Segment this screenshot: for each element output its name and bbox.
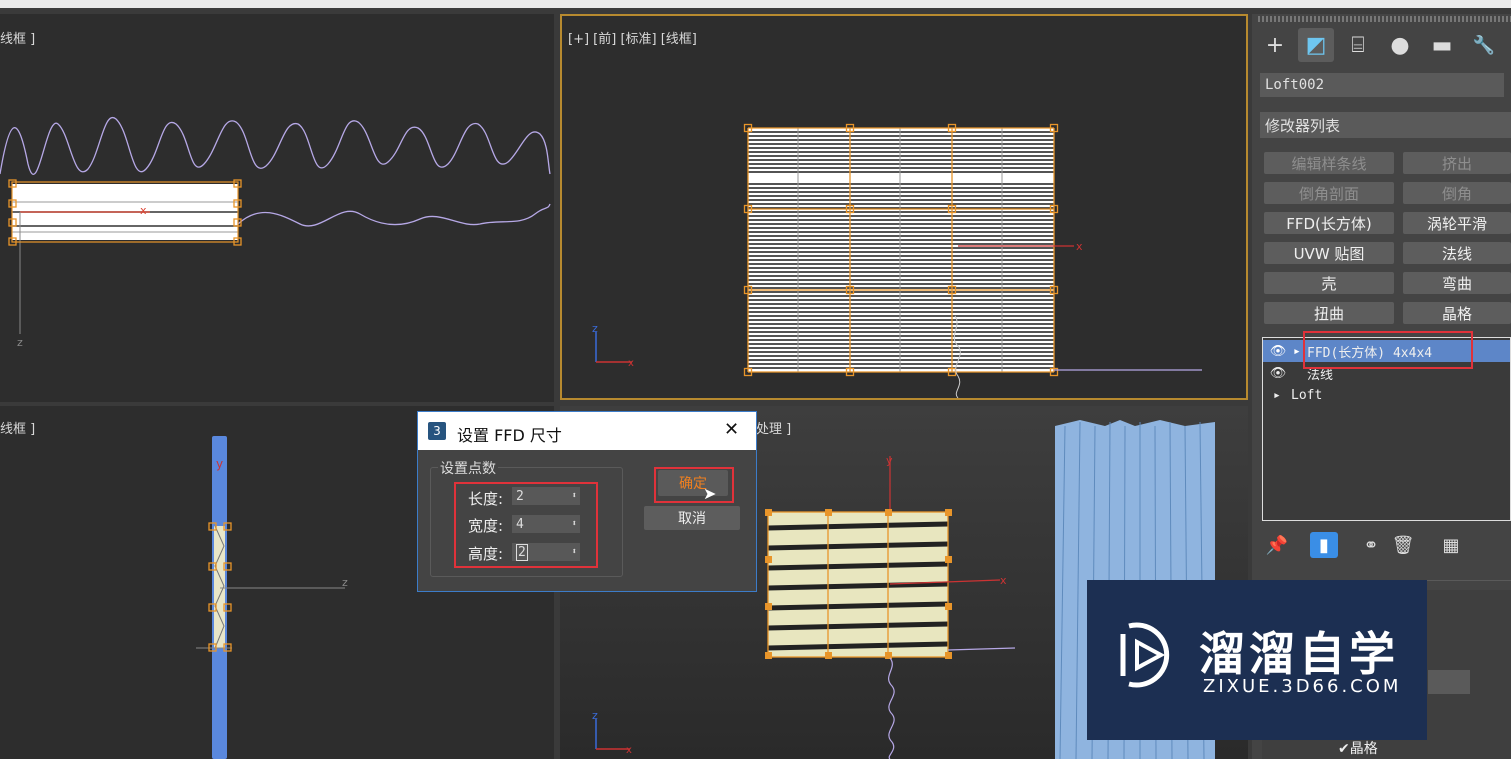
lattice-checkbox[interactable]: ✔晶格 bbox=[1338, 738, 1378, 758]
param-field[interactable] bbox=[1428, 670, 1470, 694]
remove-modifier-icon[interactable]: 🗑 bbox=[1390, 532, 1416, 558]
panel-grip[interactable] bbox=[1258, 16, 1511, 22]
svg-text:z: z bbox=[592, 709, 598, 722]
object-name-field[interactable]: Loft002 bbox=[1260, 73, 1504, 97]
top-strip bbox=[0, 0, 1511, 8]
bevel-profile-button[interactable]: 倒角剖面 bbox=[1264, 182, 1394, 204]
pin-stack-icon[interactable]: 📌 bbox=[1264, 532, 1290, 558]
display-icon[interactable]: ▬ bbox=[1424, 28, 1460, 62]
utilities-icon[interactable]: 🔧 bbox=[1466, 28, 1502, 62]
eye-icon[interactable]: 👁 bbox=[1263, 366, 1293, 381]
svg-text:x: x bbox=[1000, 574, 1007, 587]
watermark-overlay: 溜溜自学 ZIXUE.3D66.COM bbox=[1087, 580, 1427, 740]
normal-button[interactable]: 法线 bbox=[1403, 242, 1511, 264]
lattice-button[interactable]: 晶格 bbox=[1403, 302, 1511, 324]
group-label: 设置点数 bbox=[438, 458, 498, 478]
edit-spline-button[interactable]: 编辑样条线 bbox=[1264, 152, 1394, 174]
viewport-front[interactable]: [+] [前] [标准] [线框] x z x bbox=[560, 14, 1248, 400]
bend-button[interactable]: 弯曲 bbox=[1403, 272, 1511, 294]
ffd-dimensions-dialog: 3 设置 FFD 尺寸 ✕ 设置点数 长度: 2 ⬍ 宽度: 4 ⬍ 高度: 2 ⬍ … bbox=[417, 411, 757, 592]
fields-highlight-box bbox=[454, 482, 598, 568]
turbosmooth-button[interactable]: 涡轮平滑 bbox=[1403, 212, 1511, 234]
ffd-highlight-box bbox=[1303, 331, 1473, 369]
expand-triangle-icon[interactable]: ▸ bbox=[1273, 388, 1287, 403]
play-logo-icon bbox=[1120, 622, 1170, 688]
shell-button[interactable]: 壳 bbox=[1264, 272, 1394, 294]
bevel-button[interactable]: 倒角 bbox=[1403, 182, 1511, 204]
svg-text:y: y bbox=[216, 457, 223, 471]
dialog-title: 设置 FFD 尺寸 bbox=[457, 426, 562, 445]
ffd-box-button[interactable]: FFD(长方体) bbox=[1264, 212, 1394, 234]
svg-text:z: z bbox=[342, 576, 348, 589]
modify-icon[interactable]: ◩ bbox=[1298, 28, 1334, 62]
cancel-button[interactable]: 取消 bbox=[644, 506, 740, 530]
watermark-name: 溜溜自学 bbox=[1199, 627, 1399, 681]
svg-text:x: x bbox=[1076, 240, 1083, 253]
modifier-list-dropdown[interactable]: 修改器列表 bbox=[1260, 112, 1511, 138]
dialog-titlebar[interactable]: 3 设置 FFD 尺寸 ✕ bbox=[418, 412, 756, 450]
ok-highlight-box bbox=[654, 467, 734, 503]
hierarchy-icon[interactable]: ⌸ bbox=[1340, 28, 1376, 62]
app-logo-icon: 3 bbox=[428, 422, 446, 440]
stack-item-label: Loft bbox=[1291, 387, 1323, 403]
twist-button[interactable]: 扭曲 bbox=[1264, 302, 1394, 324]
mouse-cursor-icon: ➤ bbox=[703, 484, 717, 503]
eye-icon[interactable]: 👁 bbox=[1263, 344, 1293, 359]
configure-sets-icon[interactable]: ▦ bbox=[1438, 532, 1464, 558]
make-unique-icon[interactable]: ⚭ bbox=[1358, 532, 1384, 558]
checkbox-icon[interactable]: ✔ bbox=[1338, 741, 1350, 757]
stack-item-loft[interactable]: ▸ Loft bbox=[1263, 384, 1510, 406]
z-axis-label: z bbox=[17, 336, 23, 349]
watermark-url: ZIXUE.3D66.COM bbox=[1203, 676, 1402, 697]
show-end-result-icon[interactable]: ▮ bbox=[1310, 532, 1338, 558]
svg-text:x: x bbox=[626, 745, 632, 756]
uvw-map-button[interactable]: UVW 贴图 bbox=[1264, 242, 1394, 264]
front-scene: x z x bbox=[592, 123, 1202, 398]
viewport-top-left[interactable]: 线框 ] x z bbox=[0, 14, 554, 402]
svg-text:y: y bbox=[886, 454, 893, 467]
motion-icon[interactable]: ● bbox=[1382, 28, 1418, 62]
svg-text:z: z bbox=[592, 322, 598, 335]
create-icon[interactable]: + bbox=[1257, 28, 1293, 62]
svg-text:x: x bbox=[628, 358, 634, 369]
top-left-scene: x z bbox=[0, 116, 551, 349]
svg-text:x: x bbox=[140, 204, 147, 217]
close-icon[interactable]: ✕ bbox=[724, 419, 739, 440]
extrude-button[interactable]: 挤出 bbox=[1403, 152, 1511, 174]
